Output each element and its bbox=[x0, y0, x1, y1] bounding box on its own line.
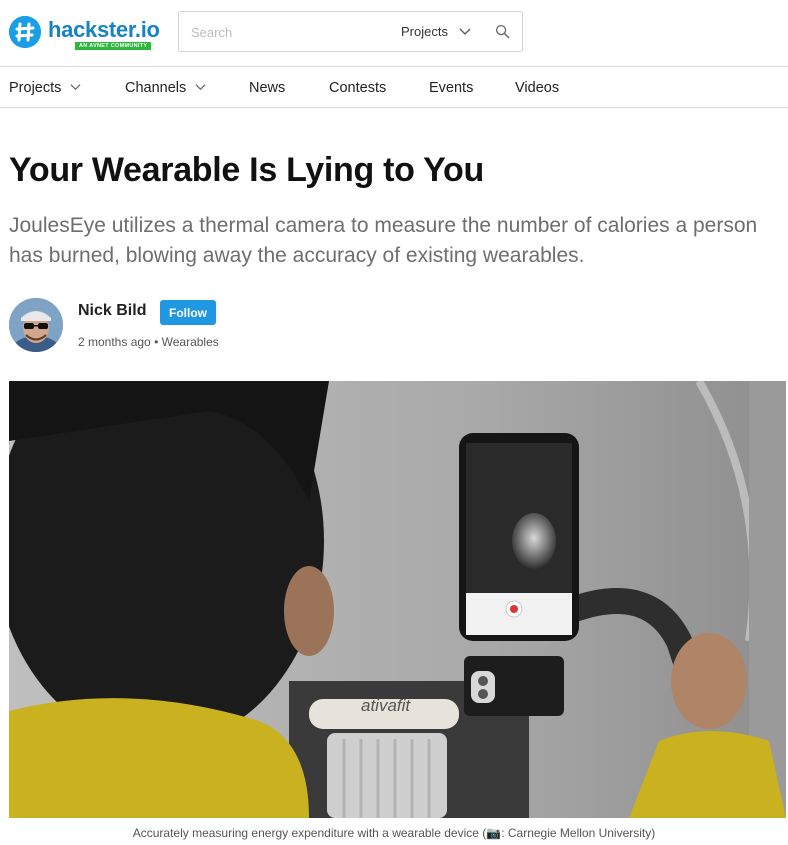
logo-text: hackster.io bbox=[48, 17, 160, 42]
search-input[interactable] bbox=[191, 21, 381, 43]
caption-text: Accurately measuring energy expenditure … bbox=[132, 826, 487, 840]
follow-button[interactable]: Follow bbox=[160, 300, 216, 325]
main-nav: Projects Channels News Contests Events V… bbox=[0, 67, 788, 107]
search-box: Projects bbox=[178, 11, 523, 52]
nav-item-label: News bbox=[249, 80, 286, 96]
nav-item-news[interactable]: News bbox=[249, 67, 285, 107]
nav-item-videos[interactable]: Videos bbox=[515, 67, 559, 107]
top-bar: hackster.io AN AVNET COMMUNITY Projects bbox=[0, 0, 788, 66]
chevron-down-icon bbox=[70, 83, 81, 90]
search-scope-label: Projects bbox=[401, 24, 448, 39]
camera-icon: 📷 bbox=[486, 826, 502, 840]
search-icon[interactable] bbox=[495, 24, 510, 39]
article-subtitle: JoulesEye utilizes a thermal camera to m… bbox=[9, 214, 758, 267]
author-name[interactable]: Nick Bild bbox=[78, 302, 146, 320]
chevron-down-icon bbox=[195, 83, 206, 90]
nav-item-label: Contests bbox=[329, 80, 387, 96]
image-brand-label: ativafit bbox=[361, 696, 411, 715]
hero-image: ativafit bbox=[9, 381, 786, 818]
nav-item-channels[interactable]: Channels bbox=[125, 67, 206, 107]
nav-item-projects[interactable]: Projects bbox=[9, 67, 81, 107]
hackster-logo[interactable]: hackster.io AN AVNET COMMUNITY bbox=[9, 13, 160, 53]
nav-item-label: Events bbox=[429, 80, 474, 96]
nav-item-events[interactable]: Events bbox=[429, 67, 473, 107]
article-category-link[interactable]: Wearables bbox=[162, 335, 219, 349]
meta-separator: • bbox=[154, 335, 159, 349]
author-avatar[interactable] bbox=[9, 298, 63, 352]
article-title: Your Wearable Is Lying to You bbox=[9, 151, 484, 189]
nav-item-label: Videos bbox=[515, 80, 560, 96]
image-caption: Accurately measuring energy expenditure … bbox=[0, 826, 788, 840]
nav-divider bbox=[0, 107, 788, 108]
hackster-logo-icon bbox=[9, 16, 41, 48]
chevron-down-icon bbox=[459, 28, 471, 35]
article-meta: 2 months ago • Wearables bbox=[78, 335, 219, 349]
search-scope-select[interactable]: Projects bbox=[401, 12, 481, 51]
nav-item-contests[interactable]: Contests bbox=[329, 67, 386, 107]
article-time: 2 months ago bbox=[78, 335, 151, 349]
nav-item-label: Projects bbox=[9, 80, 62, 96]
nav-item-label: Channels bbox=[125, 80, 187, 96]
logo-badge: AN AVNET COMMUNITY bbox=[75, 42, 152, 50]
caption-credit: : Carnegie Mellon University) bbox=[501, 826, 656, 840]
